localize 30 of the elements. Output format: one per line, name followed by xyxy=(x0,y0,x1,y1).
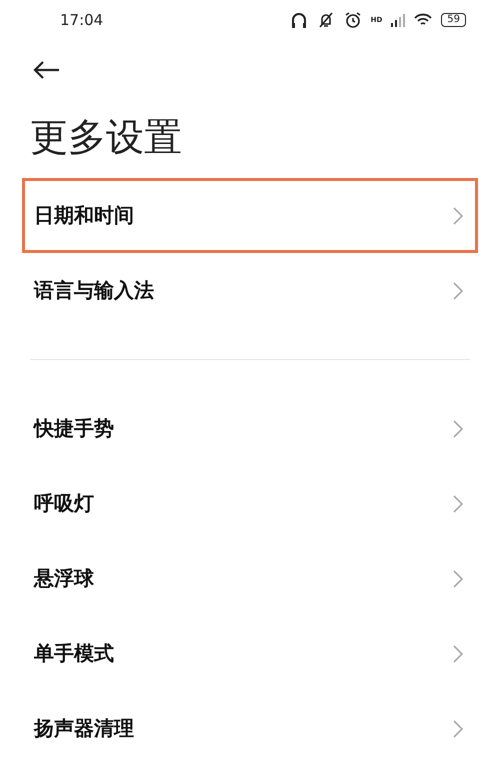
row-label: 单手模式 xyxy=(34,640,114,667)
alarm-icon xyxy=(344,10,362,29)
chevron-icon xyxy=(453,206,463,225)
settings-row[interactable]: 快捷手势 xyxy=(22,391,478,466)
settings-row[interactable]: 日期和时间 xyxy=(22,178,478,254)
battery-indicator: 59 xyxy=(441,12,466,27)
status-time: 17:04 xyxy=(60,10,104,29)
chevron-icon xyxy=(453,644,463,662)
chevron-icon xyxy=(453,282,463,300)
wifi-icon xyxy=(414,12,432,27)
chevron-icon xyxy=(453,494,463,512)
settings-row[interactable]: 语言与输入法 xyxy=(22,253,478,328)
back-arrow-icon[interactable] xyxy=(32,60,60,80)
settings-row[interactable]: 单手模式 xyxy=(22,616,478,691)
settings-row[interactable]: 悬浮球 xyxy=(22,541,478,616)
row-label: 快捷手势 xyxy=(34,415,114,442)
page-title: 更多设置 xyxy=(29,114,183,161)
row-label: 日期和时间 xyxy=(34,202,134,230)
row-label: 扬声器清理 xyxy=(34,715,134,742)
settings-row[interactable]: 扬声器清理 xyxy=(22,691,478,766)
row-label: 呼吸灯 xyxy=(34,490,94,517)
row-label: 语言与输入法 xyxy=(34,277,154,304)
settings-row[interactable]: 呼吸灯 xyxy=(22,466,478,541)
chevron-icon xyxy=(453,570,463,588)
headphones-icon xyxy=(290,10,308,29)
row-label: 悬浮球 xyxy=(34,565,94,592)
chevron-icon xyxy=(453,420,463,438)
signal-icon xyxy=(391,12,406,27)
chevron-icon xyxy=(453,720,463,738)
muted-bell-icon xyxy=(316,10,335,29)
